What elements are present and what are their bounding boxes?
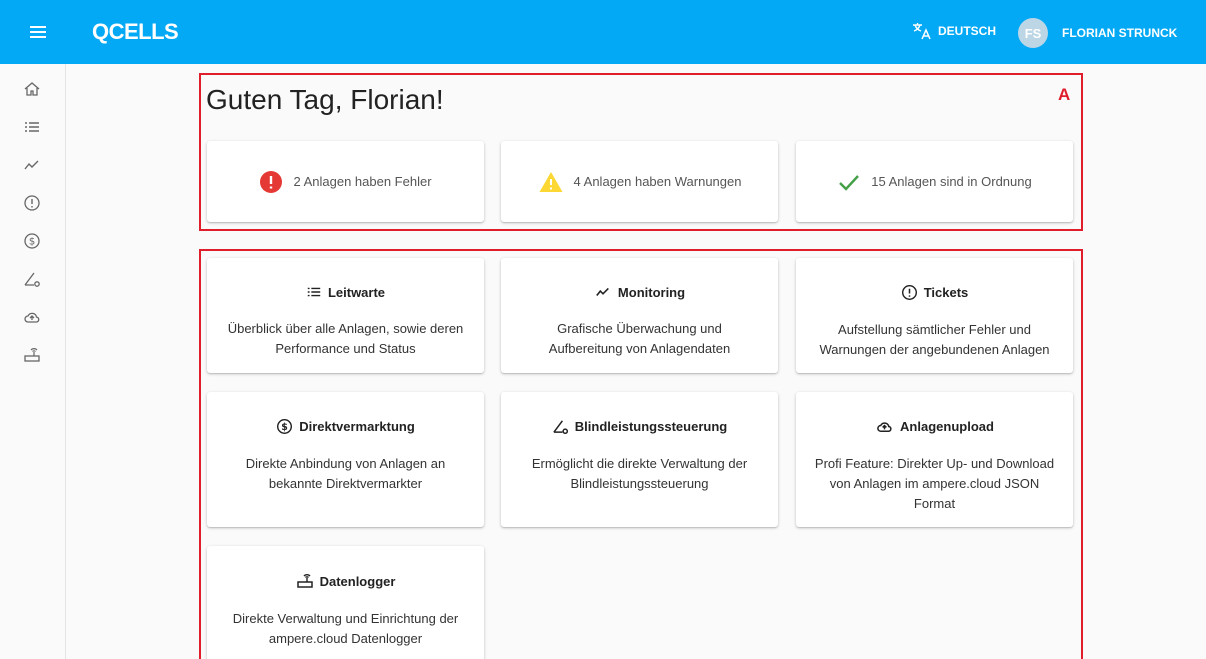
home-icon: [24, 82, 40, 96]
status-card-errors[interactable]: 2 Anlagen haben Fehler: [207, 141, 484, 222]
check-icon: [839, 174, 860, 191]
card-description: Profi Feature: Direkter Up- und Download…: [814, 456, 1055, 511]
cloud-upload-icon: [877, 422, 892, 432]
card-description: Aufstellung sämtlicher Fehler und Warnun…: [819, 322, 1050, 357]
dollar-circle-icon: $: [277, 418, 293, 435]
card-tickets[interactable]: Tickets Aufstellung sämtlicher Fehler un…: [796, 258, 1073, 373]
card-anlagenupload[interactable]: Anlagenupload Profi Feature: Direkter Up…: [796, 392, 1073, 527]
angle-gear-icon: [553, 420, 568, 435]
angle-gear-icon: [24, 272, 40, 287]
card-title: Monitoring: [617, 284, 686, 300]
card-title: Tickets: [923, 285, 969, 300]
card-title: Direktvermarktung: [299, 419, 415, 434]
sidebar-item-home[interactable]: [21, 78, 43, 100]
sidebar-item-tickets[interactable]: [21, 192, 43, 214]
section-a-label: A: [1058, 85, 1071, 104]
monitoring-icon: [24, 160, 39, 170]
sidebar-item-leitwarte[interactable]: [21, 116, 43, 138]
list-icon: [307, 287, 321, 297]
monitoring-icon: [596, 287, 609, 297]
status-card-warnings[interactable]: 4 Anlagen haben Warnungen: [501, 141, 778, 222]
greeting-title: Guten Tag, Florian!: [206, 84, 444, 115]
error-icon: [260, 170, 283, 193]
warning-icon: [539, 171, 563, 192]
hamburger-menu-icon: [30, 26, 46, 38]
card-title: Datenlogger: [319, 573, 396, 589]
card-title: Anlagenupload: [900, 419, 994, 434]
user-avatar[interactable]: FS: [1018, 18, 1048, 48]
status-card-ok[interactable]: 15 Anlagen sind in Ordnung: [796, 141, 1073, 222]
qcells-logo[interactable]: QCELLS: [92, 19, 179, 45]
alert-circle-icon: [901, 284, 917, 301]
status-errors-text: 2 Anlagen haben Fehler: [293, 174, 432, 189]
menu-button[interactable]: [26, 20, 50, 44]
alert-circle-icon: [24, 195, 40, 211]
language-switch[interactable]: DEUTSCH: [912, 22, 996, 40]
svg-text:$: $: [29, 237, 35, 248]
list-icon: [25, 122, 39, 132]
card-description: Grafische Überwachung und Aufbereitung v…: [548, 321, 731, 356]
card-direktvermarktung[interactable]: $ Direktvermarktung Direkte Anbindung vo…: [207, 392, 484, 527]
sidebar-item-monitoring[interactable]: [21, 154, 43, 176]
card-description: Überblick über alle Anlagen, sowie deren…: [227, 321, 464, 356]
sidebar-item-upload[interactable]: [21, 306, 43, 328]
card-description: Ermöglicht die direkte Verwaltung der Bl…: [531, 456, 748, 491]
card-blindleistungssteuerung[interactable]: Blindleistungssteuerung Ermöglicht die d…: [501, 392, 778, 527]
card-datenlogger[interactable]: Datenlogger Direkte Verwaltung und Einri…: [207, 546, 484, 659]
card-description: Direkte Verwaltung und Einrichtung der a…: [232, 611, 459, 646]
sidebar-item-datenlogger[interactable]: [21, 344, 43, 366]
router-icon: [296, 574, 313, 588]
sidebar-item-direktvermarktung[interactable]: $: [21, 230, 43, 252]
card-title: Blindleistungssteuerung: [574, 419, 728, 434]
cloud-upload-icon: [24, 312, 40, 323]
card-title: Leitwarte: [327, 284, 386, 300]
status-ok-text: 15 Anlagen sind in Ordnung: [871, 174, 1032, 189]
card-leitwarte[interactable]: Leitwarte Überblick über alle Anlagen, s…: [207, 258, 484, 373]
top-app-bar: QCELLS DEUTSCH FS FLORIAN STRUNCK: [0, 0, 1206, 64]
card-monitoring[interactable]: Monitoring Grafische Überwachung und Auf…: [501, 258, 778, 373]
user-name[interactable]: FLORIAN STRUNCK: [1062, 26, 1177, 40]
router-icon: [24, 348, 40, 362]
sidebar: $: [0, 64, 66, 659]
status-warnings-text: 4 Anlagen haben Warnungen: [573, 174, 742, 189]
card-description: Direkte Anbindung von Anlagen an bekannt…: [245, 456, 446, 491]
dollar-circle-icon: $: [24, 233, 40, 249]
svg-text:$: $: [281, 422, 288, 433]
sidebar-item-blindleistung[interactable]: [21, 268, 43, 290]
language-label: DEUTSCH: [938, 24, 997, 38]
translate-icon: [913, 23, 931, 40]
